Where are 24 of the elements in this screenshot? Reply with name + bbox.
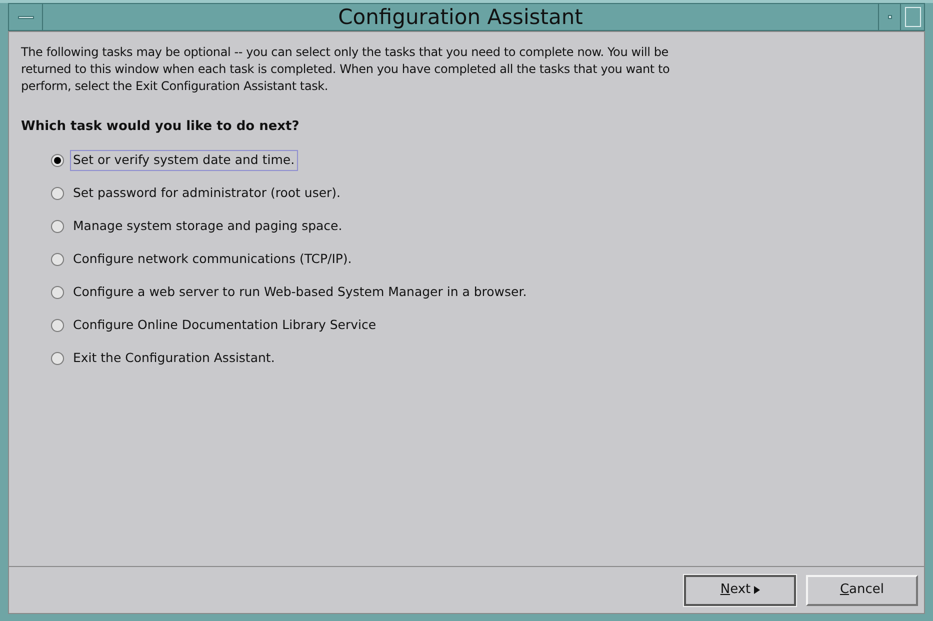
radio-button[interactable] [51, 253, 64, 266]
radio-button[interactable] [51, 286, 64, 299]
option-label[interactable]: Configure a web server to run Web-based System Manager in a browser. [70, 282, 530, 303]
option-label[interactable]: Exit the Configuration Assistant. [70, 348, 278, 369]
radio-button[interactable] [51, 220, 64, 233]
minimize-icon [888, 15, 892, 19]
option-label[interactable]: Set or verify system date and time. [70, 150, 298, 171]
menu-bar-icon [18, 16, 34, 18]
maximize-icon [904, 7, 920, 27]
cancel-button[interactable]: Cancel [806, 574, 918, 606]
radio-button[interactable] [51, 319, 64, 332]
option-label[interactable]: Configure network communications (TCP/IP). [70, 249, 355, 270]
radio-button[interactable] [51, 154, 64, 167]
window-title: Configuration Assistant [337, 4, 584, 30]
maximize-button[interactable] [900, 4, 924, 30]
question-heading: Which task would you like to do next? [21, 118, 300, 136]
option-label[interactable]: Set password for administrator (root user). [70, 183, 344, 204]
option-label[interactable]: Configure Online Documentation Library Service [70, 315, 380, 336]
radio-button[interactable] [51, 352, 64, 365]
intro-text: The following tasks may be optional -- you can select only the tasks that you need to complete now. You will be returned to this window when each task is completed. When you have completed all the tasks that you want to perform, select the Exit Configuration Assistant task. [21, 44, 671, 95]
next-button[interactable]: Next [684, 574, 796, 606]
option-label[interactable]: Manage system storage and paging space. [70, 216, 346, 237]
radio-button[interactable] [51, 187, 64, 200]
right-triangle-icon [754, 586, 760, 594]
